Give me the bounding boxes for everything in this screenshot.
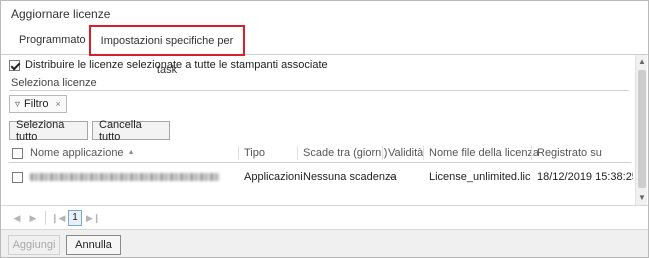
column-header-expires[interactable]: Scade tra (giorni) bbox=[303, 143, 387, 163]
next-page-icon[interactable]: ▶ bbox=[27, 211, 39, 225]
column-header-name-label: Nome applicazione bbox=[30, 147, 124, 159]
last-page-icon[interactable]: ▶❙ bbox=[86, 211, 100, 225]
distribute-label: Distribuire le licenze selezionate a tut… bbox=[25, 59, 328, 71]
first-page-icon[interactable]: ❙◀ bbox=[51, 211, 65, 225]
funnel-icon: ▿ bbox=[15, 98, 21, 110]
column-header-registered[interactable]: Registrato su bbox=[537, 143, 602, 163]
tab-programmato[interactable]: Programmato bbox=[11, 26, 94, 55]
cell-expires: Nessuna scadenza bbox=[303, 171, 397, 183]
add-button[interactable]: Aggiungi bbox=[8, 235, 60, 255]
previous-page-icon[interactable]: ◀ bbox=[11, 211, 23, 225]
column-header-type[interactable]: Tipo bbox=[244, 143, 265, 163]
cell-app-name bbox=[30, 167, 220, 187]
close-icon[interactable]: × bbox=[55, 99, 60, 109]
title-bar: Aggiornare licenze bbox=[1, 1, 648, 26]
column-divider[interactable] bbox=[297, 146, 298, 160]
scroll-down-icon[interactable]: ▼ bbox=[636, 192, 648, 204]
table-header: Nome applicazione ▲ Tipo Scade tra (giorn… bbox=[9, 143, 631, 163]
pagination-bar: ◀ ▶ ❙◀ 1 ▶❙ bbox=[1, 205, 648, 229]
cell-type: Applicazioni bbox=[244, 171, 303, 183]
current-page-button[interactable]: 1 bbox=[68, 210, 82, 226]
select-licenses-heading: Seleziona licenze bbox=[11, 77, 97, 89]
clear-all-button[interactable]: Cancella tutto bbox=[92, 119, 170, 143]
scrollbar-thumb[interactable] bbox=[638, 70, 646, 188]
cell-license-file: License_unlimited.lic bbox=[429, 171, 531, 183]
column-divider[interactable] bbox=[238, 146, 239, 160]
column-divider[interactable] bbox=[382, 146, 383, 160]
tab-task-settings[interactable]: Impostazioni specifiche per task bbox=[89, 25, 245, 76]
filter-label: Filtro bbox=[24, 98, 49, 110]
cell-registered: 18/12/2019 15:38:25 bbox=[537, 171, 633, 183]
dialog-footer: Aggiungi Annulla bbox=[1, 229, 648, 257]
cell-validity: -- bbox=[389, 171, 397, 183]
distribute-option[interactable]: Distribuire le licenze selezionate a tut… bbox=[9, 58, 328, 72]
row-checkbox-cell bbox=[12, 167, 23, 187]
select-all-rows-checkbox[interactable] bbox=[12, 147, 23, 159]
column-header-validity[interactable]: Validità bbox=[388, 143, 423, 163]
column-divider[interactable] bbox=[531, 146, 532, 160]
column-header-name[interactable]: Nome applicazione ▲ bbox=[30, 143, 135, 163]
filter-button[interactable]: ▿ Filtro × bbox=[9, 95, 67, 113]
select-all-button[interactable]: Seleziona tutto bbox=[9, 119, 88, 143]
column-divider[interactable] bbox=[423, 146, 424, 160]
section-divider bbox=[9, 90, 629, 91]
header-checkbox-cell bbox=[12, 143, 23, 163]
task-settings-panel: Distribuire le licenze selezionate a tut… bbox=[1, 55, 633, 205]
row-checkbox[interactable] bbox=[12, 171, 23, 183]
table-row[interactable]: Applicazioni Nessuna scadenza -- License… bbox=[9, 167, 633, 189]
sort-asc-icon: ▲ bbox=[127, 149, 135, 157]
pager-divider bbox=[45, 211, 46, 225]
dialog-title: Aggiornare licenze bbox=[11, 7, 111, 21]
vertical-scrollbar[interactable]: ▲ ▼ bbox=[635, 55, 647, 205]
cancel-button[interactable]: Annulla bbox=[66, 235, 121, 255]
distribute-checkbox[interactable] bbox=[9, 59, 20, 71]
scroll-up-icon[interactable]: ▲ bbox=[636, 56, 648, 68]
tab-bar: Programmato Impostazioni specifiche per … bbox=[1, 25, 648, 76]
redacted-app-name bbox=[30, 173, 220, 182]
column-header-file[interactable]: Nome file della licenza bbox=[429, 143, 539, 163]
